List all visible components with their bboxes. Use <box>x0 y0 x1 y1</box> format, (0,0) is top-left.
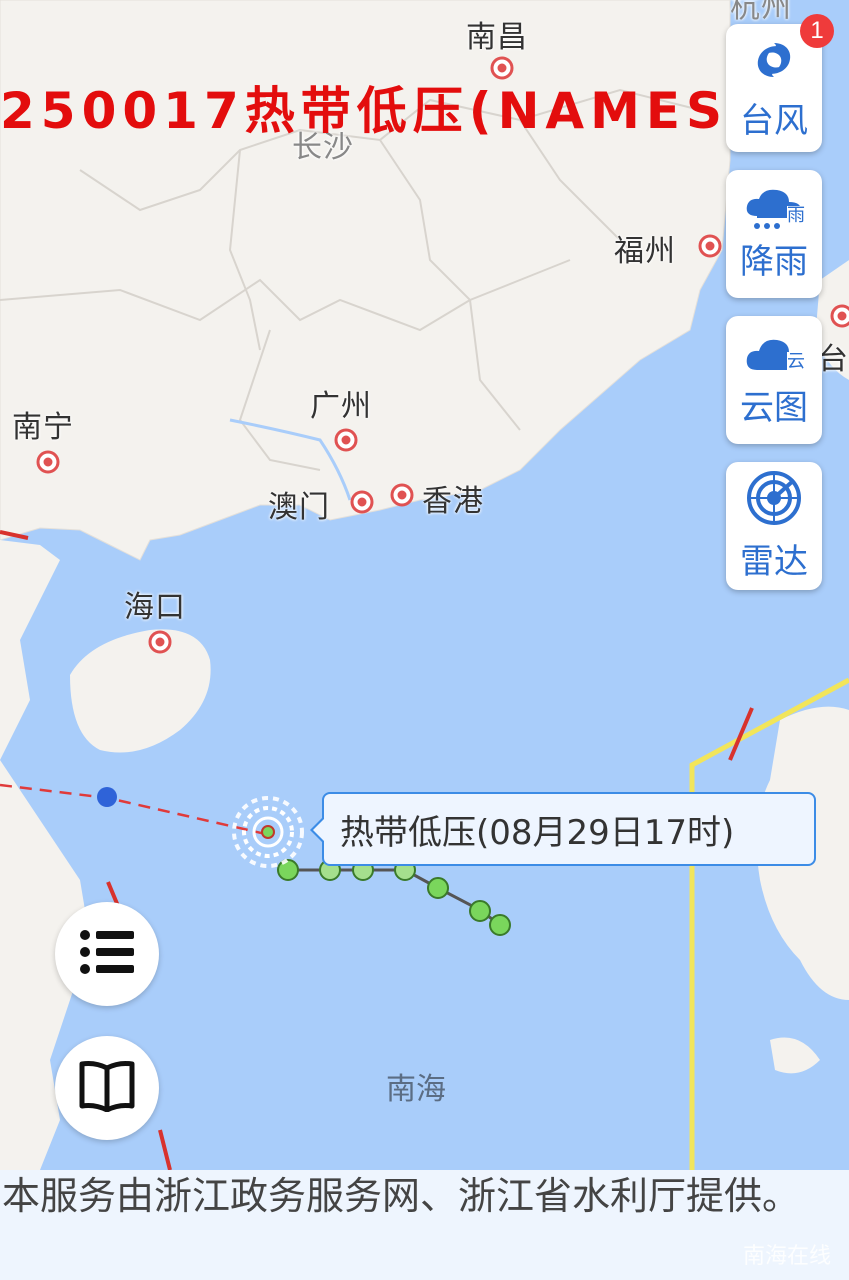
storm-name-banner[interactable]: 250017热带低压(NAMES <box>0 76 849 146</box>
city-label-fuzhou: 福州 <box>614 234 676 269</box>
rain-button[interactable]: 雨 降雨 <box>726 170 822 298</box>
cloud-icon-glyph: 云 <box>787 350 805 372</box>
typhoon-button-label: 台风 <box>740 100 808 141</box>
city-label-hangzhou: 杭州 <box>730 0 792 25</box>
city-label-nanning: 南宁 <box>12 410 74 445</box>
radar-button[interactable]: 雷达 <box>726 462 822 590</box>
legend-button[interactable] <box>55 1036 159 1140</box>
city-label-hongkong: 香港 <box>422 484 484 519</box>
city-label-nanchang: 南昌 <box>466 20 528 55</box>
storm-info-tooltip[interactable]: 热带低压(08月29日17时) <box>310 792 816 866</box>
notification-badge: 1 <box>800 14 834 48</box>
sea-label-south-china-sea: 南海 <box>386 1072 446 1107</box>
book-icon <box>79 1060 135 1116</box>
radar-icon <box>746 470 802 530</box>
typhoon-button[interactable]: 1 台风 <box>726 14 834 152</box>
cloud-icon: 云 <box>743 332 805 376</box>
city-label-guangzhou: 广州 <box>310 389 372 424</box>
storm-info-text: 热带低压(08月29日17时) <box>340 812 735 853</box>
forecast-point <box>97 787 117 807</box>
cloud-image-button-label: 云图 <box>740 387 808 428</box>
watermark: 南海在线 <box>742 1244 831 1269</box>
list-icon <box>80 929 134 979</box>
typhoon-icon <box>749 35 799 89</box>
rain-button-label: 降雨 <box>740 241 808 282</box>
city-label-macau: 澳门 <box>268 490 330 525</box>
rain-icon-glyph: 雨 <box>787 204 805 226</box>
track-list-button[interactable] <box>55 902 159 1006</box>
city-label-haikou: 海口 <box>124 590 186 625</box>
city-label-taiwan: 台 <box>818 342 849 377</box>
footer-text: 本服务由浙江政务服务网、浙江省水利厅提供。 <box>2 1174 801 1218</box>
cloud-image-button[interactable]: 云 云图 <box>726 316 822 444</box>
rain-cloud-icon: 雨 <box>743 186 805 230</box>
radar-button-label: 雷达 <box>740 541 808 582</box>
footer-notice: 本服务由浙江政务服务网、浙江省水利厅提供。 <box>0 1170 849 1280</box>
